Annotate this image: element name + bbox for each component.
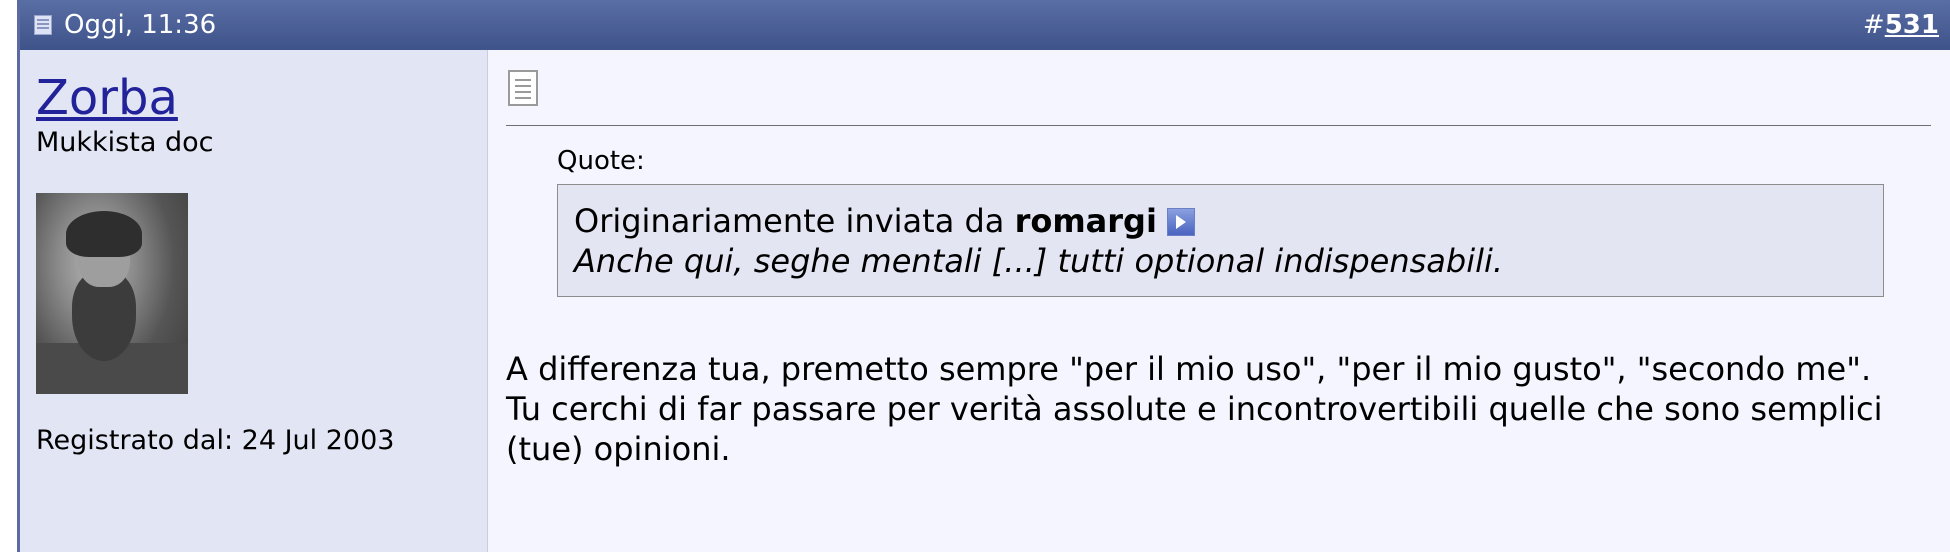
user-info-panel: Zorba Mukkista doc Registrato dal: 24 Ju… — [20, 50, 488, 552]
quote-label: Quote: — [557, 146, 645, 176]
username-link[interactable]: Zorba — [36, 70, 178, 126]
message-paragraph: A differenza tua, premetto sempre "per i… — [506, 350, 1872, 388]
join-date: Registrato dal: 24 Jul 2003 — [36, 425, 395, 456]
quote-author-prefix: Originariamente inviata da — [574, 202, 1005, 240]
quote-text: Anche qui, seghe mentali [...] tutti opt… — [574, 242, 1504, 280]
message-paragraph: Tu cerchi di far passare per verità asso… — [506, 390, 1883, 468]
forum-post: Oggi, 11:36 #531 Zorba Mukkista doc Regi… — [17, 0, 1950, 552]
message-body: A differenza tua, premetto sempre "per i… — [506, 349, 1931, 469]
post-header: Oggi, 11:36 #531 — [20, 0, 1950, 50]
post-old-icon — [34, 15, 52, 35]
post-date: Oggi, 11:36 — [64, 10, 217, 40]
post-number-prefix: # — [1862, 10, 1885, 40]
divider — [506, 125, 1931, 126]
post-number-link[interactable]: 531 — [1885, 10, 1939, 40]
post-content: Quote: Originariamente inviata da romarg… — [506, 50, 1936, 552]
quote-author-name: romargi — [1014, 202, 1157, 240]
post-number: #531 — [1863, 10, 1939, 40]
quote-box: Originariamente inviata da romargi Anche… — [557, 184, 1884, 297]
document-icon — [508, 70, 538, 106]
arrow-right-icon[interactable] — [1166, 208, 1195, 236]
user-title: Mukkista doc — [36, 127, 214, 158]
quote-author: Originariamente inviata da romargi — [574, 201, 1195, 241]
avatar — [36, 193, 188, 394]
